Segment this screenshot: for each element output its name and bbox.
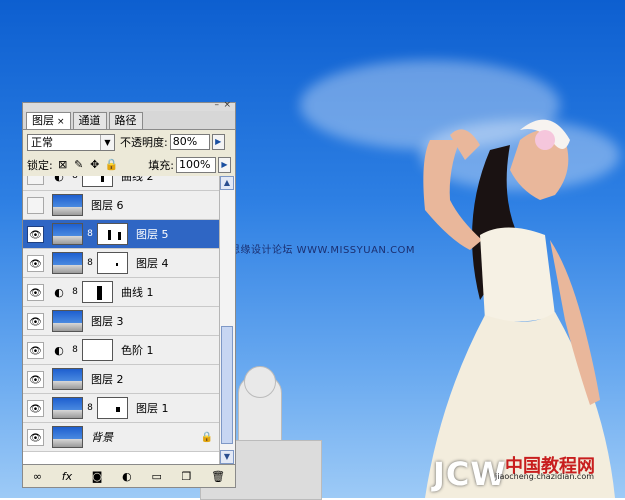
adjustment-icon: ◐ [54,343,64,357]
blend-mode-value: 正常 [31,136,53,149]
bride-figure [423,119,615,498]
fx-icon[interactable]: fx [62,470,72,483]
layer-row[interactable]: 👁 8 图层 4 [23,249,219,278]
layer-name: 图层 3 [91,315,124,328]
layer-row[interactable]: 👁 ◐ 8 曲线 1 [23,278,219,307]
layer-row[interactable]: ◐ 8 曲线 2 [23,176,219,191]
minimize-icon[interactable]: – [215,100,220,110]
panel-title-strip[interactable]: – × [23,100,235,111]
panel-bottom-toolbar: ∞ fx ◙ ◐ ▭ ❐ 🗑 [23,464,235,487]
fill-label: 填充: [148,159,174,172]
adjustment-icon: ◐ [54,285,64,299]
layer-name: 图层 2 [91,373,124,386]
layer-name: 曲线 1 [121,286,154,299]
scrollbar-thumb[interactable] [221,326,233,444]
layer-thumbnail[interactable] [52,310,83,332]
visibility-toggle[interactable] [27,196,44,214]
tab-channels[interactable]: 通道 [72,112,107,129]
layer-mask-thumbnail[interactable] [82,339,113,361]
blend-row: 正常 ▼ 不透明度: 80% ▶ [23,130,235,154]
adjustment-icon: ◐ [54,176,64,183]
layer-row[interactable]: 👁 8 图层 1 [23,394,219,423]
layer-name: 图层 5 [136,228,169,241]
layer-name: 图层 6 [91,199,124,212]
layer-thumbnail[interactable] [52,194,83,216]
layer-row-selected[interactable]: 👁 8 图层 5 [23,220,219,249]
pillar-ball [244,366,276,398]
eye-icon[interactable]: 👁 [27,399,44,417]
layer-list: ◐ 8 曲线 2 图层 6 👁 8 图层 5 👁 8 图层 4 👁 ◐ 8 曲线… [23,176,219,464]
lock-icon: 🔒 [200,431,213,443]
chain-link-icon: 8 [72,176,78,181]
fill-slider-button[interactable]: ▶ [218,157,231,173]
opacity-input[interactable]: 80% [169,134,210,150]
lock-move-icon[interactable]: ✥ [89,159,101,171]
chain-link-icon: 8 [72,345,78,355]
layer-row[interactable]: 👁 背景 🔒 [23,423,219,452]
layer-thumbnail[interactable] [52,426,83,448]
tab-layers[interactable]: 图层 × [26,112,71,129]
chain-link-icon: 8 [72,287,78,297]
watermark-text: 思缘设计论坛 WWW.MISSYUAN.COM [230,245,416,256]
blend-mode-select[interactable]: 正常 ▼ [27,133,115,151]
eye-icon[interactable]: 👁 [27,283,44,301]
chain-link-icon: 8 [87,258,93,268]
layer-mask-thumbnail[interactable] [82,176,113,187]
layer-scrollbar[interactable]: ▲ ▼ [219,176,235,464]
layer-row[interactable]: 图层 6 [23,191,219,220]
trash-icon[interactable]: 🗑 [211,470,225,483]
link-icon[interactable]: ∞ [33,470,42,483]
site-logo-sub: jiaocheng.chazidian.com [495,472,595,481]
layer-thumbnail[interactable] [52,252,83,274]
layer-name: 背景 [91,431,113,444]
layer-thumbnail[interactable] [52,397,83,419]
layer-row[interactable]: 👁 ◐ 8 色阶 1 [23,336,219,365]
opacity-slider-button[interactable]: ▶ [211,134,225,150]
new-layer-icon[interactable]: ❐ [182,470,192,483]
eye-icon[interactable]: 👁 [27,225,44,243]
tab-layers-label: 图层 [32,114,54,127]
layer-thumbnail[interactable] [52,368,83,390]
adjustment-icon[interactable]: ◐ [122,470,132,483]
visibility-toggle[interactable] [27,176,44,185]
eye-icon[interactable]: 👁 [27,370,44,388]
layer-name: 曲线 2 [121,176,154,183]
eye-icon[interactable]: 👁 [27,254,44,272]
scroll-up-icon[interactable]: ▲ [220,176,234,190]
layer-name: 色阶 1 [121,344,154,357]
layer-mask-thumbnail[interactable] [82,281,113,303]
tab-paths[interactable]: 路径 [108,112,143,129]
lock-brush-icon[interactable]: ✎ [73,159,85,171]
eye-icon[interactable]: 👁 [27,312,44,330]
layer-mask-thumbnail[interactable] [97,397,128,419]
layer-row[interactable]: 👁 图层 2 [23,365,219,394]
lock-row: 锁定: ⊠ ✎ ✥ 🔒 填充: 100% ▶ [23,154,235,177]
layer-name: 图层 1 [136,402,169,415]
lock-all-icon[interactable]: 🔒 [105,159,119,171]
layer-thumbnail[interactable] [52,223,83,245]
fill-input[interactable]: 100% [176,157,216,173]
layers-panel: – × 图层 × 通道 路径 正常 ▼ 不透明度: 80% ▶ 锁定: ⊠ ✎ ✥… [22,100,236,488]
chevron-down-icon[interactable]: ▼ [100,134,114,150]
lock-transparency-icon[interactable]: ⊠ [57,159,69,171]
mask-icon[interactable]: ◙ [92,470,103,483]
tab-close-icon[interactable]: × [57,117,65,127]
layer-mask-thumbnail[interactable] [97,252,128,274]
close-icon[interactable]: × [223,100,231,110]
layer-row[interactable]: 👁 图层 3 [23,307,219,336]
eye-icon[interactable]: 👁 [27,341,44,359]
lock-label: 锁定: [27,159,53,172]
scroll-down-icon[interactable]: ▼ [220,450,234,464]
chain-link-icon: 8 [87,403,93,413]
layer-name: 图层 4 [136,257,169,270]
eye-icon[interactable]: 👁 [27,428,44,446]
panel-tabs: 图层 × 通道 路径 [23,111,235,130]
opacity-label: 不透明度: [120,136,168,149]
chain-link-icon: 8 [87,229,93,239]
folder-icon[interactable]: ▭ [151,470,161,483]
layer-mask-thumbnail[interactable] [97,223,128,245]
